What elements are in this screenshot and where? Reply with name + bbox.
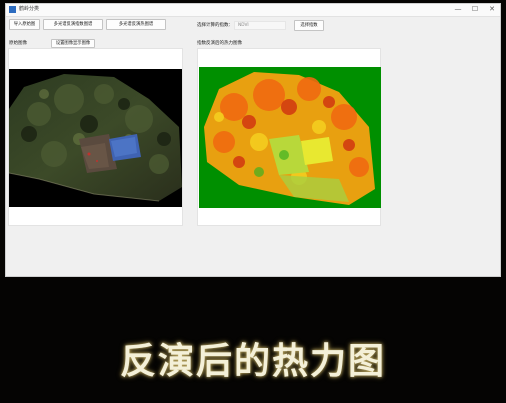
heatmap-image-title: 指数反演后的热力图像: [197, 41, 242, 46]
original-image-panel: [8, 48, 183, 226]
title-bar: 鹤岭分类 — ☐ ✕: [6, 4, 500, 17]
close-icon[interactable]: ✕: [484, 4, 500, 15]
import-image-button[interactable]: 导入原始图: [9, 19, 40, 30]
app-window: 鹤岭分类 — ☐ ✕ 导入原始图 多光谱反演指数图谱 多光谱反演热图谱 选择计算…: [5, 3, 501, 277]
video-caption: 反演后的热力图: [119, 341, 386, 382]
heatmap-panel: [197, 48, 381, 226]
index-select-label: 选择计算的指数：: [197, 23, 233, 28]
window-title: 鹤岭分类: [19, 6, 40, 12]
maximize-icon[interactable]: ☐: [467, 4, 483, 15]
app-icon: [9, 6, 16, 13]
original-image-title: 原始图像: [9, 41, 27, 46]
heatmap-image: [199, 67, 381, 208]
display-image-button[interactable]: 设置图像显示图像: [51, 39, 95, 48]
original-image: [9, 69, 182, 207]
index-select-field[interactable]: NDVI: [234, 21, 286, 30]
heatmap-render: [204, 72, 375, 205]
aerial-photo: [9, 74, 182, 202]
heat-inversion-button[interactable]: 多光谱反演热图谱: [106, 19, 166, 30]
index-inversion-button[interactable]: 多光谱反演指数图谱: [43, 19, 103, 30]
select-index-button[interactable]: 选择指数: [294, 20, 324, 31]
minimize-icon[interactable]: —: [450, 4, 466, 15]
